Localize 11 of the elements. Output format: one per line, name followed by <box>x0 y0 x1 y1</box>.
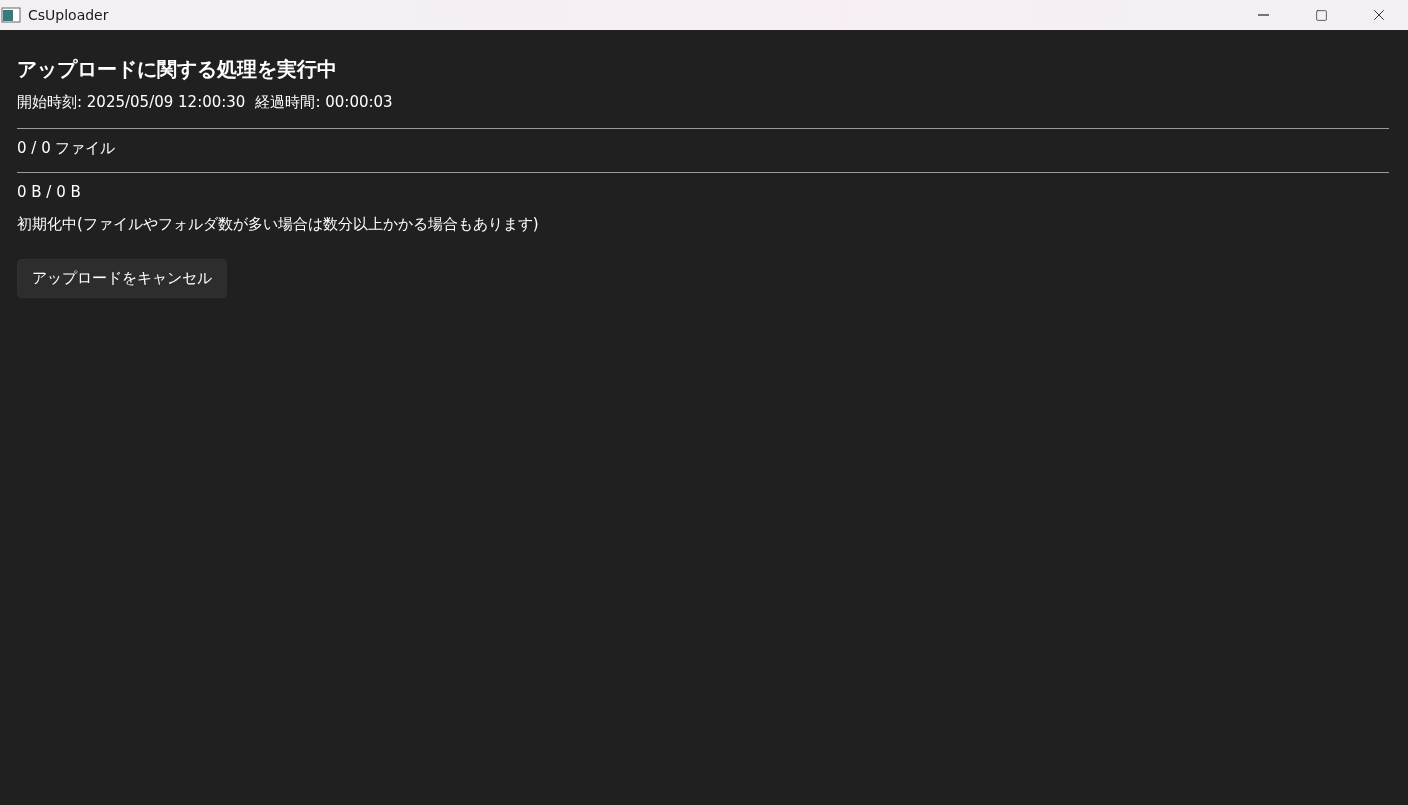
app-icon <box>1 7 21 23</box>
cancel-upload-button[interactable]: アップロードをキャンセル <box>17 259 227 298</box>
elapsed-time-text: 経過時間: 00:00:03 <box>255 93 393 112</box>
minimize-icon <box>1257 14 1269 16</box>
file-count-text: 0 / 0 ファイル <box>17 139 116 158</box>
start-time-text: 開始時刻: 2025/05/09 12:00:30 <box>17 93 246 112</box>
byte-count-text: 0 B / 0 B <box>17 183 81 201</box>
window-title: CsUploader <box>28 7 110 23</box>
page-heading: アップロードに関する処理を実行中 <box>17 56 337 83</box>
maximize-icon <box>1314 8 1328 22</box>
status-text: 初期化中(ファイルやフォルダ数が多い場合は数分以上かかる場合もあります) <box>17 215 539 234</box>
